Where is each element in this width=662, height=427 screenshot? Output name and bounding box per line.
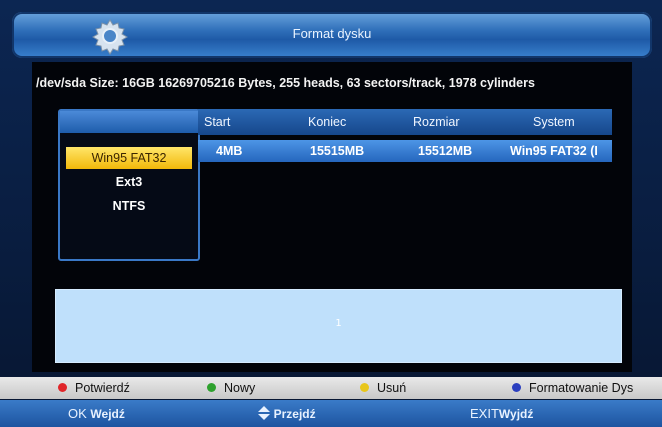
ok-label: Wejdź	[90, 407, 125, 421]
exit-key: EXIT	[470, 406, 499, 421]
filesystem-list[interactable]: Win95 FAT32 Ext3 NTFS	[58, 109, 200, 261]
blue-key-label: Formatowanie Dys	[529, 381, 634, 395]
info-box: 1	[55, 289, 622, 363]
filesystem-item-fat32[interactable]: Win95 FAT32	[66, 147, 192, 169]
cell-start: 4MB	[216, 144, 243, 158]
info-text: 1	[335, 318, 342, 329]
up-down-arrow-icon	[258, 406, 270, 420]
page-title: Format dysku	[292, 26, 372, 41]
green-key-label: Nowy	[224, 381, 256, 395]
exit-label: Wyjdź	[498, 407, 534, 421]
nav-ok[interactable]: OK Wejdź	[68, 406, 125, 421]
color-key-bar: Potwierdź Nowy Usuń Formatowanie Dys	[0, 377, 662, 399]
filesystem-item-ntfs[interactable]: NTFS	[66, 195, 192, 217]
format-disk-screen: Format dysku /dev/sda Size: 16GB 1626970…	[0, 0, 662, 427]
yellow-dot-icon	[360, 383, 369, 393]
table-row[interactable]: 4MB 15515MB 15512MB Win95 FAT32 (I	[198, 140, 612, 162]
green-dot-icon	[207, 383, 216, 393]
filesystem-list-header	[60, 111, 198, 133]
cell-rozmiar: 15512MB	[418, 144, 473, 158]
column-rozmiar: Rozmiar	[413, 115, 460, 129]
green-key-new[interactable]: Nowy	[207, 380, 255, 396]
red-dot-icon	[58, 383, 67, 393]
yellow-key-label: Usuń	[377, 381, 407, 395]
header-bar: Format dysku	[12, 12, 652, 58]
move-label: Przejdź	[273, 407, 316, 421]
column-start: Start	[204, 115, 231, 129]
blue-dot-icon	[512, 383, 521, 393]
nav-exit[interactable]: EXITWyjdź	[470, 406, 533, 421]
cell-system: Win95 FAT32 (I	[510, 144, 598, 158]
navigation-bar: OK Wejdź Przejdź EXITWyjdź	[0, 400, 662, 427]
partition-table-header: Start Koniec Rozmiar System	[198, 109, 612, 135]
column-system: System	[533, 115, 575, 129]
red-key-confirm[interactable]: Potwierdź	[58, 380, 130, 396]
yellow-key-delete[interactable]: Usuń	[360, 380, 406, 396]
column-koniec: Koniec	[308, 115, 347, 129]
red-key-label: Potwierdź	[75, 381, 130, 395]
filesystem-item-ext3[interactable]: Ext3	[66, 171, 192, 193]
cell-koniec: 15515MB	[310, 144, 365, 158]
device-info: /dev/sda Size: 16GB 16269705216 Bytes, 2…	[36, 76, 535, 90]
ok-key: OK	[68, 406, 87, 421]
blue-key-format[interactable]: Formatowanie Dys	[512, 380, 633, 396]
nav-move[interactable]: Przejdź	[258, 406, 316, 421]
